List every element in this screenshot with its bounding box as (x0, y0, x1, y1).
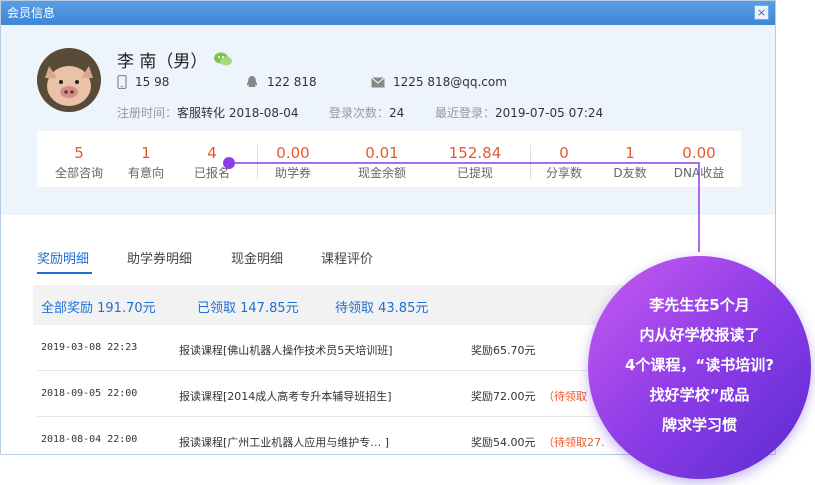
row-date: 2019-03-08 22:23 (41, 342, 138, 353)
qq-contact: 122 818 (245, 75, 317, 89)
bubble-line: 牌求学习惯 (661, 416, 737, 434)
bubble-line: 找好学校”成品 (649, 386, 750, 404)
login-count-value: 24 (389, 106, 405, 120)
stat-intent[interactable]: 1 有意向 (113, 145, 179, 181)
last-login-value: 2019-07-05 07:24 (495, 106, 604, 120)
tab-coupons[interactable]: 助学券明细 (127, 248, 192, 267)
row-date: 2018-08-04 22:00 (41, 434, 138, 445)
stat-value: 0.00 (682, 144, 716, 162)
stats-divider (257, 145, 258, 179)
stats-bar: 5 全部咨询 1 有意向 4 已报名 0.00 助学券 0.01 现金余额 15… (37, 131, 741, 187)
wechat-icon (214, 52, 232, 66)
pig-avatar-icon (37, 48, 101, 112)
stat-dna-income[interactable]: 0.00 DNA收益 (663, 145, 735, 181)
phone-contact: 15 98 (117, 75, 169, 89)
row-reward: 奖励65.70元 (471, 344, 536, 357)
stat-value: 152.84 (448, 144, 502, 162)
login-count-label: 登录次数： (329, 106, 390, 120)
summary-pending: 待领取 43.85元 (335, 301, 429, 316)
qq-icon (246, 76, 258, 87)
row-description: 报读课程[佛山机器人操作技术员5天培训班] (179, 344, 393, 357)
close-button[interactable]: × (754, 5, 769, 20)
row-reward: 奖励54.00元 (471, 436, 536, 449)
stat-label: 已提现 (456, 166, 493, 180)
register-time-value: 客服转化 2018-08-04 (177, 106, 299, 120)
email-contact: 1225 818@qq.com (371, 75, 507, 89)
stat-value: 0.00 (276, 144, 310, 162)
stat-label: DNA收益 (673, 166, 725, 180)
stat-shares[interactable]: 0 分享数 (531, 145, 597, 181)
stat-value: 1 (141, 144, 151, 162)
phone-icon (117, 75, 127, 89)
bubble-line: 李先生在5个月 (649, 296, 750, 314)
stat-label: D友数 (613, 166, 647, 180)
stat-value: 0.01 (365, 144, 399, 162)
stat-value: 4 (207, 144, 217, 162)
stat-label: 助学券 (274, 166, 311, 180)
stat-label: 分享数 (545, 166, 582, 180)
bubble-line: 内从好学校报读了 (639, 326, 760, 344)
last-login-label: 最近登录： (435, 106, 496, 120)
stat-enrolled[interactable]: 4 已报名 (179, 145, 245, 181)
stat-label: 全部咨询 (54, 166, 103, 180)
qq-number: 122 818 (267, 75, 317, 89)
register-time-label: 注册时间： (117, 106, 178, 120)
stat-d-friends[interactable]: 1 D友数 (597, 145, 663, 181)
stat-label: 有意向 (127, 166, 164, 180)
stat-label: 已报名 (193, 166, 230, 180)
summary-total: 全部奖励 191.70元 (41, 301, 156, 316)
row-reward: 奖励72.00元 (471, 390, 536, 403)
stat-value: 1 (625, 144, 635, 162)
stat-value: 0 (559, 144, 569, 162)
email-address: 1225 818@qq.com (393, 75, 507, 89)
tab-rewards[interactable]: 奖励明细 (37, 248, 89, 267)
phone-number: 15 98 (135, 75, 170, 89)
email-icon (371, 76, 385, 87)
row-description: 报读课程[广州工业机器人应用与维护专… ] (179, 436, 390, 449)
stat-withdrawn[interactable]: 152.84 已提现 (439, 145, 511, 181)
row-pending: （待领取 (543, 390, 587, 403)
window-titlebar: 会员信息 × (1, 1, 775, 25)
profile-panel: 李 南（男） 15 98 122 818 1225 818@qq.com 注册时… (1, 25, 775, 215)
stat-value: 5 (74, 144, 84, 162)
summary-received: 已领取 147.85元 (197, 301, 299, 316)
row-date: 2018-09-05 22:00 (41, 388, 138, 399)
tab-cash[interactable]: 现金明细 (231, 248, 283, 267)
row-description: 报读课程[2014成人高考专升本辅导班招生] (179, 390, 392, 403)
stat-label: 现金余额 (357, 166, 406, 180)
tab-course-reviews[interactable]: 课程评价 (321, 248, 373, 267)
avatar (37, 48, 101, 112)
bubble-line: 4个课程，“读书培训? (625, 356, 774, 374)
stat-all-inquiries[interactable]: 5 全部咨询 (45, 145, 113, 181)
active-tab-underline (37, 272, 92, 274)
callout-bubble: 李先生在5个月 内从好学校报读了 4个课程，“读书培训? 找好学校”成品 牌求学… (588, 256, 811, 479)
stat-cash-balance[interactable]: 0.01 现金余额 (347, 145, 417, 181)
window-title: 会员信息 (7, 6, 56, 20)
stat-coupons[interactable]: 0.00 助学券 (259, 145, 327, 181)
member-name: 李 南（男） (117, 52, 208, 72)
